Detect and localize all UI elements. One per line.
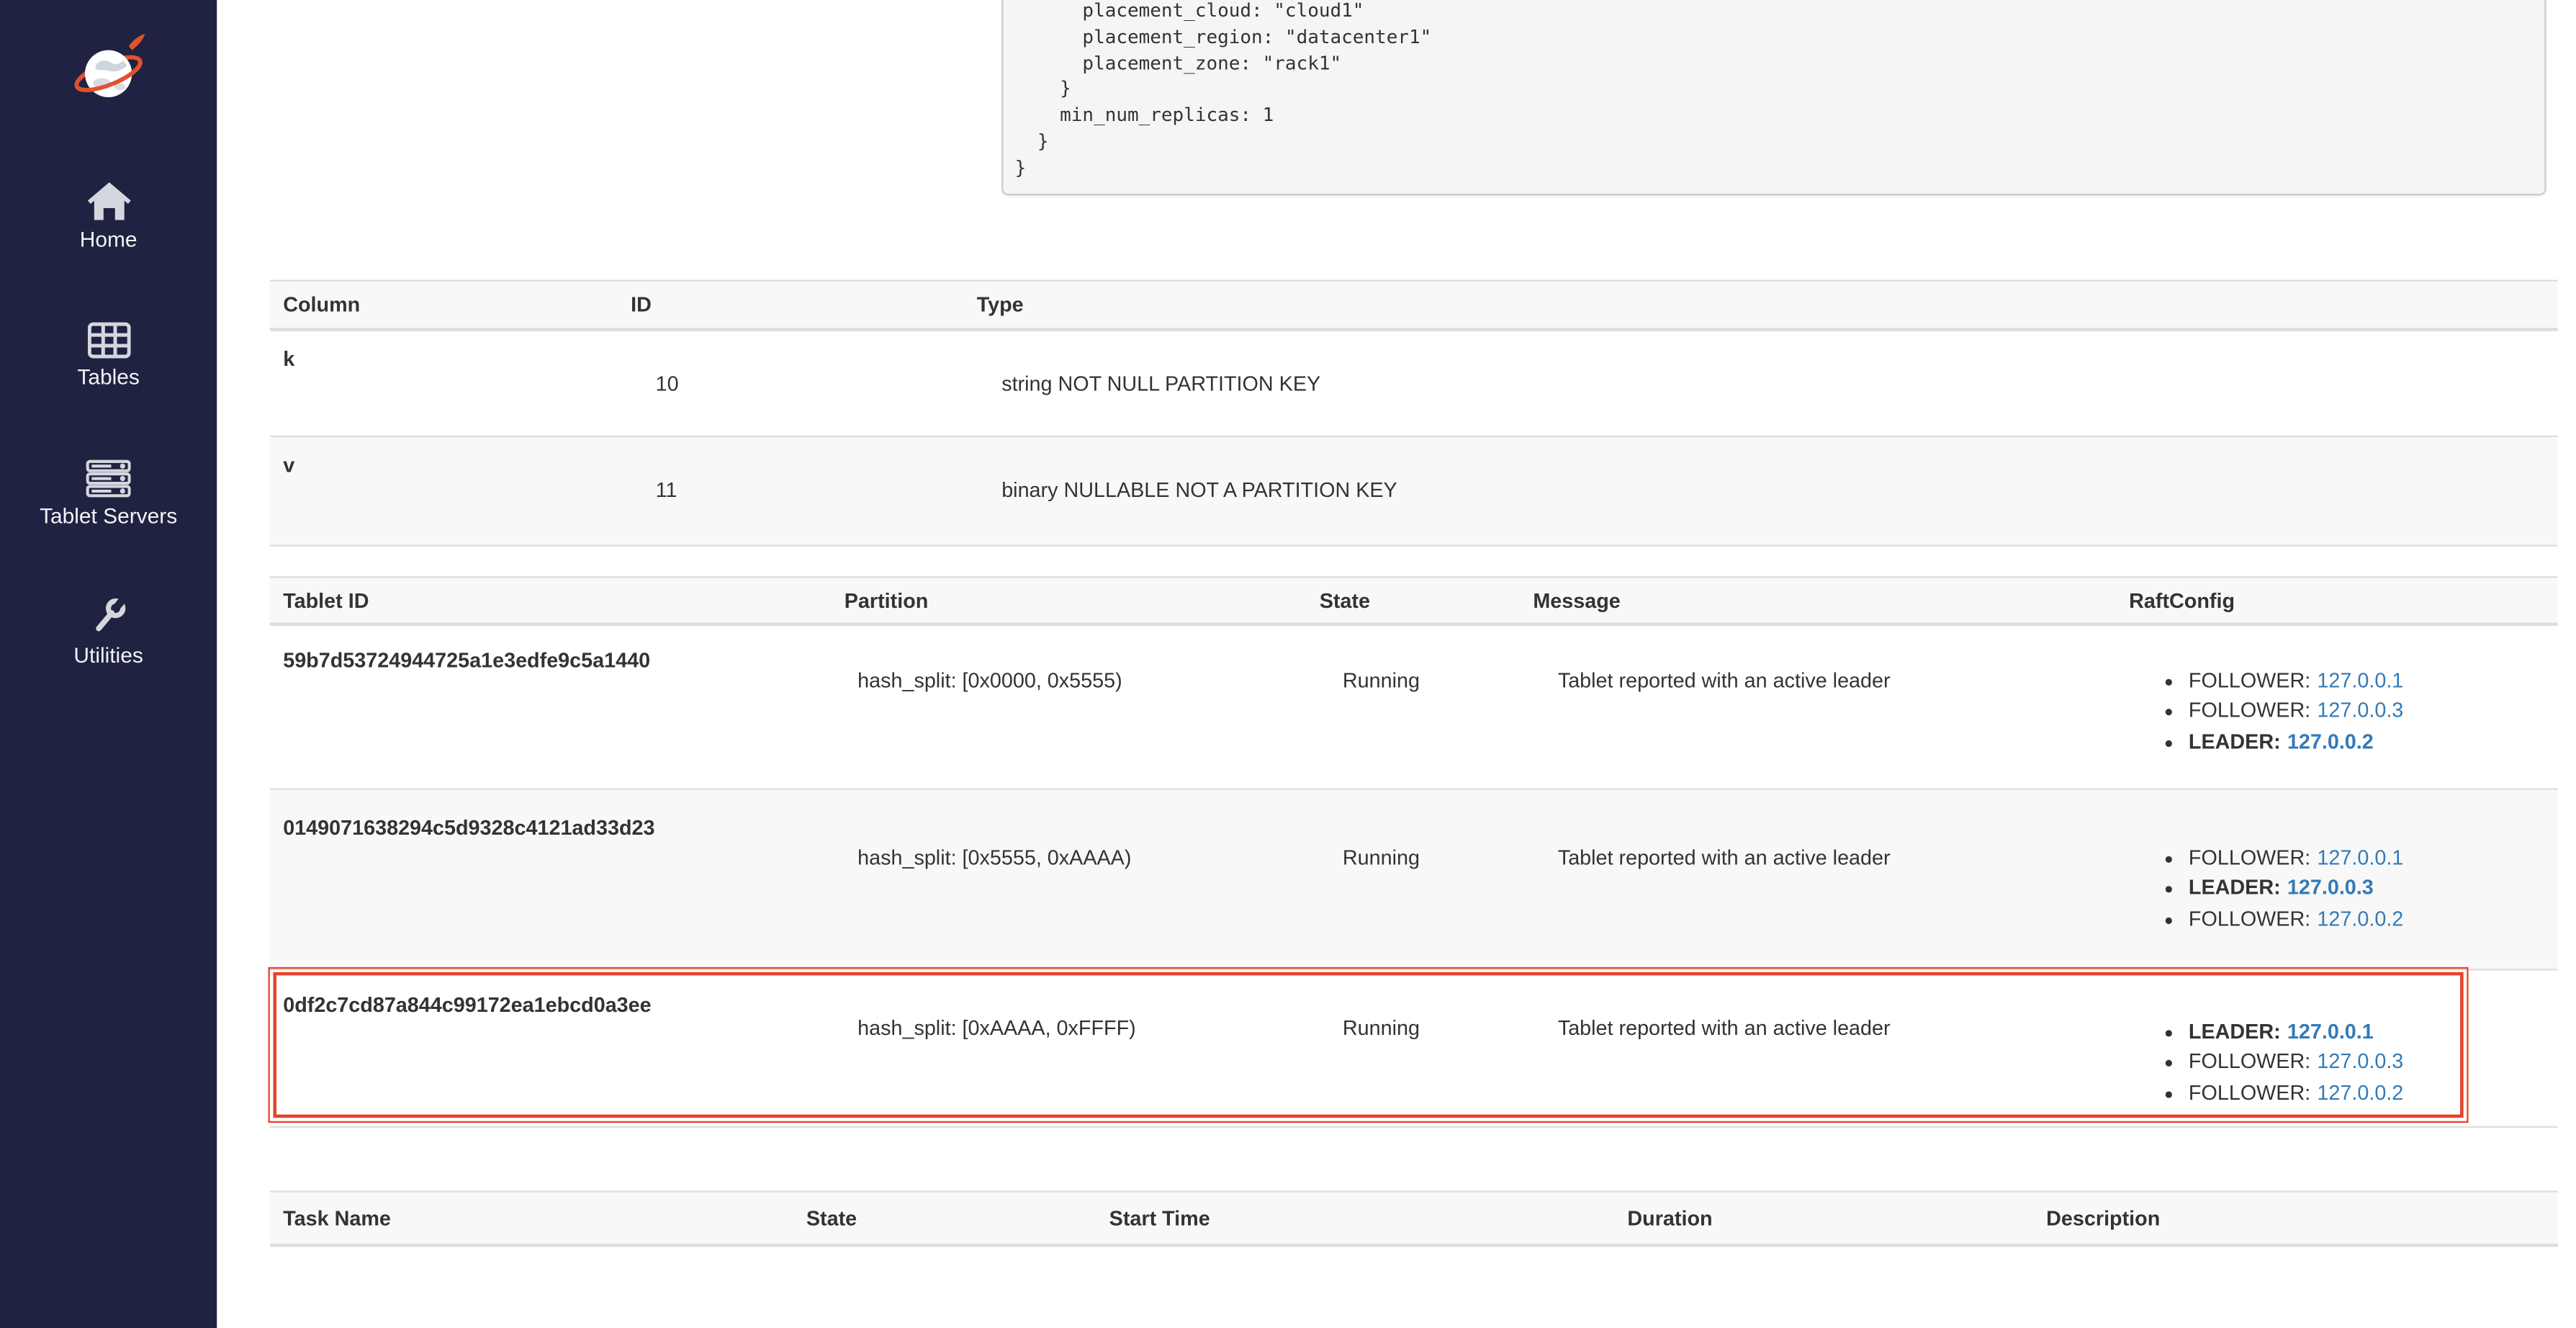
tablet-row: 0149071638294c5d9328c4121ad33d23 hash_sp… xyxy=(270,790,2558,971)
tablets-table-header: Tablet ID Partition State Message RaftCo… xyxy=(270,578,2558,627)
tablet-header-partition: Partition xyxy=(831,578,1306,623)
raft-role: LEADER: xyxy=(2189,1020,2281,1043)
message-cell: Tablet reported with an active leader xyxy=(1520,626,2116,788)
raft-peer-link[interactable]: 127.0.0.2 xyxy=(2317,1081,2403,1104)
yugabytedb-logo[interactable] xyxy=(70,33,148,111)
placement-config-text: placement_cloud: "cloud1" placement_regi… xyxy=(1015,0,2528,181)
sidebar-item-label: Home xyxy=(0,228,217,251)
raft-peer: LEADER: 127.0.0.3 xyxy=(2189,874,2544,904)
raft-role: FOLLOWER: xyxy=(2189,699,2310,722)
tablets-table: Tablet ID Partition State Message RaftCo… xyxy=(270,576,2558,1128)
tablet-header-state: State xyxy=(1306,578,1520,623)
task-header-start-time: Start Time xyxy=(1096,1193,1614,1244)
placement-config-code-block: placement_cloud: "cloud1" placement_regi… xyxy=(1001,0,2546,195)
raft-peer-link[interactable]: 127.0.0.1 xyxy=(2317,846,2403,869)
partition-cell: hash_split: [0x5555, 0xAAAA) xyxy=(831,790,1306,969)
tablet-servers-icon xyxy=(86,459,131,498)
sidebar-item-tablet-servers[interactable]: Tablet Servers xyxy=(0,459,217,529)
raft-peer: LEADER: 127.0.0.1 xyxy=(2189,1017,2544,1047)
sidebar-item-tables[interactable]: Tables xyxy=(0,321,217,389)
raft-peer: FOLLOWER: 127.0.0.2 xyxy=(2189,904,2544,934)
raft-peer-link[interactable]: 127.0.0.3 xyxy=(2287,876,2374,899)
sidebar-item-home[interactable]: Home xyxy=(0,182,217,252)
raftconfig-cell: LEADER: 127.0.0.1 FOLLOWER: 127.0.0.3 FOLL… xyxy=(2116,971,2558,1126)
sidebar-item-label: Tablet Servers xyxy=(0,505,217,528)
raft-role: FOLLOWER: xyxy=(2189,846,2310,869)
sidebar-item-label: Tables xyxy=(0,366,217,389)
column-name: v xyxy=(270,437,618,544)
tablet-header-id: Tablet ID xyxy=(270,578,832,623)
tablet-id-cell: 0149071638294c5d9328c4121ad33d23 xyxy=(270,790,832,969)
columns-table: Column ID Type k 10 string NOT NULL PART… xyxy=(270,280,2558,547)
task-header-description: Description xyxy=(2033,1193,2558,1244)
home-icon xyxy=(87,182,130,222)
tablet-id-cell: 59b7d53724944725a1e3edfe9c5a1440 xyxy=(270,626,832,788)
raftconfig-cell: FOLLOWER: 127.0.0.1 LEADER: 127.0.0.3 FOLL… xyxy=(2116,790,2558,969)
partition-cell: hash_split: [0xAAAA, 0xFFFF) xyxy=(831,971,1306,1126)
tasks-table: Task Name State Start Time Duration Desc… xyxy=(270,1190,2558,1247)
task-header-name: Task Name xyxy=(270,1193,793,1244)
column-name: k xyxy=(270,331,618,436)
task-header-duration: Duration xyxy=(1614,1193,2033,1244)
raft-role: FOLLOWER: xyxy=(2189,1081,2310,1104)
raft-peer-link[interactable]: 127.0.0.2 xyxy=(2317,907,2403,930)
state-cell: Running xyxy=(1306,790,1520,969)
raft-role: FOLLOWER: xyxy=(2189,907,2310,930)
utilities-wrench-icon xyxy=(88,596,129,637)
partition-cell: hash_split: [0x0000, 0x5555) xyxy=(831,626,1306,788)
column-id: 11 xyxy=(618,437,964,544)
raft-peer: LEADER: 127.0.0.2 xyxy=(2189,727,2544,757)
table-row: k 10 string NOT NULL PARTITION KEY xyxy=(270,331,2558,437)
tasks-table-header: Task Name State Start Time Duration Desc… xyxy=(270,1193,2558,1247)
raft-peer-link[interactable]: 127.0.0.1 xyxy=(2287,1020,2374,1043)
raft-peer: FOLLOWER: 127.0.0.2 xyxy=(2189,1078,2544,1108)
tables-icon xyxy=(87,321,130,359)
sidebar-item-label: Utilities xyxy=(0,645,217,668)
raft-peer-link[interactable]: 127.0.0.3 xyxy=(2317,1051,2403,1074)
raft-role: FOLLOWER: xyxy=(2189,1051,2310,1074)
state-cell: Running xyxy=(1306,971,1520,1126)
raft-peer-link[interactable]: 127.0.0.2 xyxy=(2287,730,2374,753)
columns-table-header: Column ID Type xyxy=(270,282,2558,331)
task-header-state: State xyxy=(793,1193,1096,1244)
raft-role: LEADER: xyxy=(2189,730,2281,753)
tablet-header-raftconfig: RaftConfig xyxy=(2116,578,2558,623)
raft-peer-link[interactable]: 127.0.0.1 xyxy=(2317,669,2403,692)
tablet-id-cell: 0df2c7cd87a844c99172ea1ebcd0a3ee xyxy=(270,971,832,1126)
raft-peer: FOLLOWER: 127.0.0.1 xyxy=(2189,843,2544,873)
raft-peer-link[interactable]: 127.0.0.3 xyxy=(2317,699,2403,722)
raft-peer: FOLLOWER: 127.0.0.1 xyxy=(2189,665,2544,696)
tablet-row-highlighted: 0df2c7cd87a844c99172ea1ebcd0a3ee hash_sp… xyxy=(270,971,2558,1128)
sidebar-item-utilities[interactable]: Utilities xyxy=(0,596,217,668)
tablet-row: 59b7d53724944725a1e3edfe9c5a1440 hash_sp… xyxy=(270,626,2558,790)
raft-role: LEADER: xyxy=(2189,876,2281,899)
message-cell: Tablet reported with an active leader xyxy=(1520,790,2116,969)
page: Home Tables xyxy=(0,0,2576,1328)
column-header-type: Type xyxy=(963,282,2557,328)
raftconfig-cell: FOLLOWER: 127.0.0.1 FOLLOWER: 127.0.0.3 LE… xyxy=(2116,626,2558,788)
raft-peer: FOLLOWER: 127.0.0.3 xyxy=(2189,1047,2544,1077)
sidebar: Home Tables xyxy=(0,0,217,1328)
column-type: string NOT NULL PARTITION KEY xyxy=(963,331,2557,436)
message-cell: Tablet reported with an active leader xyxy=(1520,971,2116,1126)
column-header-column: Column xyxy=(270,282,618,328)
column-header-id: ID xyxy=(618,282,964,328)
planet-logo-icon xyxy=(70,33,148,111)
raft-peer: FOLLOWER: 127.0.0.3 xyxy=(2189,696,2544,727)
raft-role: FOLLOWER: xyxy=(2189,669,2310,692)
tablet-header-message: Message xyxy=(1520,578,2116,623)
column-id: 10 xyxy=(618,331,964,436)
state-cell: Running xyxy=(1306,626,1520,788)
column-type: binary NULLABLE NOT A PARTITION KEY xyxy=(963,437,2557,544)
table-row: v 11 binary NULLABLE NOT A PARTITION KEY xyxy=(270,437,2558,547)
